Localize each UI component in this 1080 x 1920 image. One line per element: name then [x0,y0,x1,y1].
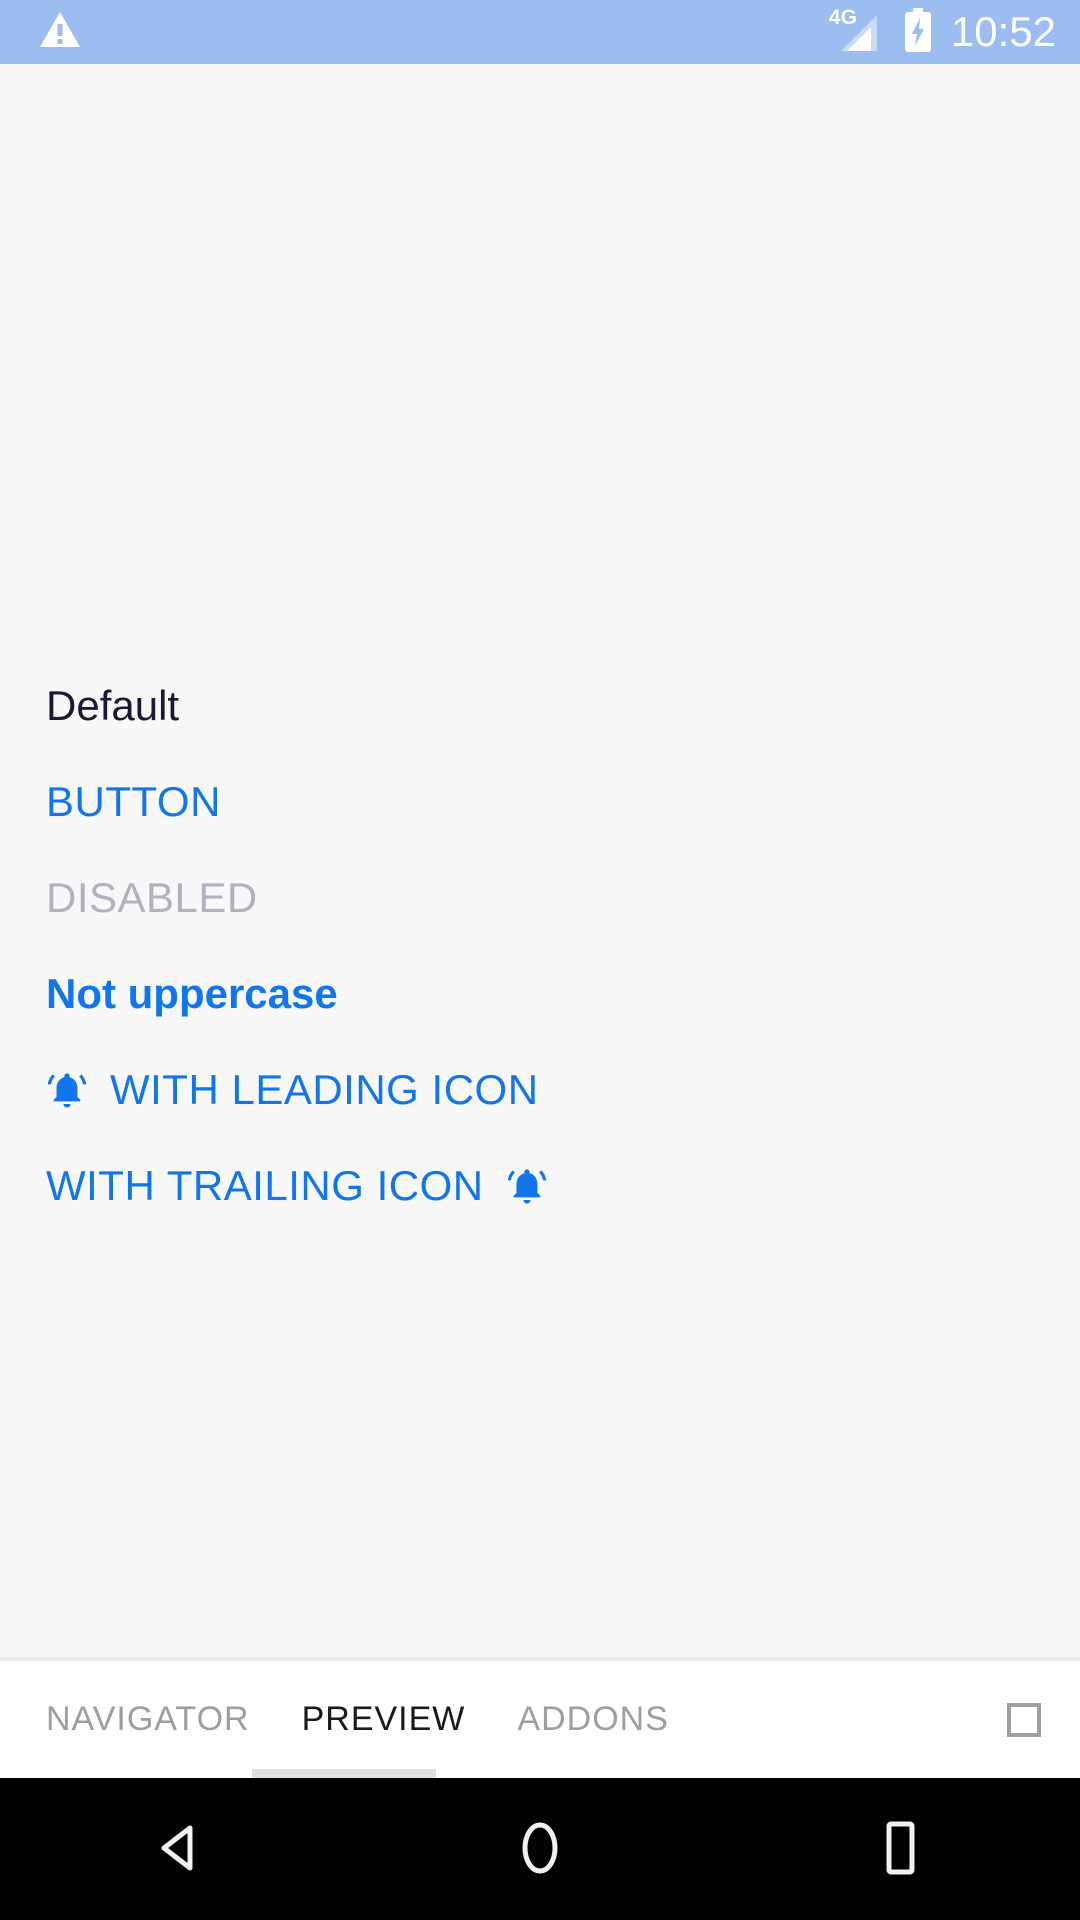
row-button: BUTTON [0,754,1080,850]
status-bar-clock: 10:52 [950,8,1056,55]
button-with-trailing-icon[interactable]: WITH TRAILING ICON [46,1163,548,1209]
square-outline-icon [1007,1702,1041,1737]
nav-home-button[interactable] [360,1778,720,1920]
tab-addons[interactable]: ADDONS [491,1661,694,1778]
nav-recents-button[interactable] [720,1778,1080,1920]
button-disabled-label: DISABLED [46,874,258,921]
button-default[interactable]: BUTTON [46,779,221,825]
home-circle-icon [512,1818,568,1881]
row-trailing-icon-button: WITH TRAILING ICON [0,1138,1080,1234]
signal-bars-icon: 4G [829,7,885,53]
button-not-uppercase[interactable]: Not uppercase [46,971,338,1017]
nav-back-button[interactable] [0,1778,360,1920]
back-triangle-icon [152,1820,208,1879]
button-showcase-list: Default BUTTON DISABLED Not uppercase WI… [0,658,1080,1234]
notification-bell-active-icon [46,1069,88,1111]
preview-canvas: Default BUTTON DISABLED Not uppercase WI… [0,64,1080,1657]
tab-strip: NAVIGATOR PREVIEW ADDONS [0,1661,1080,1778]
tab-active-indicator [252,1769,436,1778]
button-default-label: BUTTON [46,778,221,825]
button-with-leading-icon-label: WITH LEADING ICON [110,1066,539,1113]
status-bar: 4G 10:52 [0,0,1080,64]
status-bar-left-icons [0,10,120,55]
row-default-label: Default [0,658,1080,754]
notification-bell-active-icon [506,1165,548,1207]
row-leading-icon-button: WITH LEADING ICON [0,1042,1080,1138]
default-label: Default [46,682,180,729]
button-with-trailing-icon-label: WITH TRAILING ICON [46,1162,484,1209]
warning-triangle-icon [38,10,82,55]
tab-preview-label: PREVIEW [301,1700,466,1738]
recents-square-icon [875,1819,925,1880]
bottom-tab-bar: NAVIGATOR PREVIEW ADDONS [0,1657,1080,1778]
button-disabled: DISABLED [46,875,258,921]
tab-bar-right-action-button[interactable] [994,1661,1054,1778]
android-navigation-bar [0,1778,1080,1920]
status-bar-right-icons: 4G 10:52 [829,7,1080,57]
button-with-leading-icon[interactable]: WITH LEADING ICON [46,1067,539,1113]
tab-navigator-label: NAVIGATOR [46,1700,250,1738]
tab-addons-label: ADDONS [517,1700,669,1738]
row-disabled-button: DISABLED [0,850,1080,946]
button-not-uppercase-label: Not uppercase [46,970,338,1017]
battery-charging-icon [903,7,933,57]
tab-navigator[interactable]: NAVIGATOR [20,1661,276,1778]
row-not-uppercase-button: Not uppercase [0,946,1080,1042]
tab-preview[interactable]: PREVIEW [276,1661,492,1778]
